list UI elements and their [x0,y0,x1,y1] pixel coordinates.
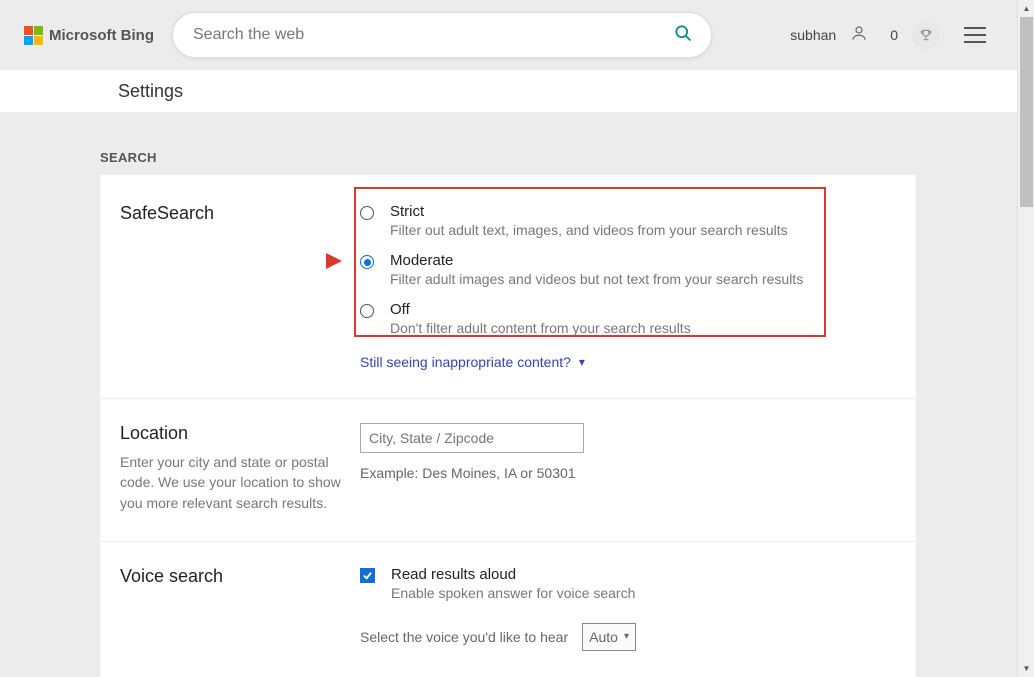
radio-option-moderate[interactable]: Moderate Filter adult images and videos … [360,252,896,287]
logo-text: Microsoft Bing [49,27,154,44]
search-input[interactable] [191,25,673,45]
setting-location: Location Enter your city and state or po… [100,423,916,542]
user-icon[interactable] [850,24,868,47]
settings-panel: SafeSearch Strict Filter out adult text,… [100,175,916,677]
microsoft-logo-icon [24,26,43,45]
section-label-search: SEARCH [0,112,1034,175]
option-label: Strict [390,203,788,220]
user-name[interactable]: subhan [790,27,836,43]
option-desc: Don't filter adult content from your sea… [390,320,691,336]
select-value: Auto [589,629,618,645]
location-desc: Enter your city and state or postal code… [120,452,360,513]
option-desc: Filter out adult text, images, and video… [390,222,788,238]
setting-safesearch: SafeSearch Strict Filter out adult text,… [100,203,916,399]
rewards-trophy-icon[interactable] [912,21,940,49]
settings-title-bar: Settings [0,70,1034,112]
checkbox-label: Read results aloud [391,566,635,583]
voice-select-prompt: Select the voice you'd like to hear [360,629,568,645]
header-bar: Microsoft Bing subhan 0 [0,0,1034,70]
radio-option-strict[interactable]: Strict Filter out adult text, images, an… [360,203,896,238]
chevron-down-icon: ▾ [579,355,585,369]
search-box[interactable] [172,12,712,58]
scrollbar-up-arrow-icon[interactable]: ▲ [1018,0,1034,17]
setting-voice-search: Voice search Read results aloud Enable s… [100,566,916,677]
checkbox-desc: Enable spoken answer for voice search [391,585,635,601]
radio-option-off[interactable]: Off Don't filter adult content from your… [360,301,896,336]
hamburger-menu-icon[interactable] [964,27,986,43]
voice-select[interactable]: Auto ▾ [582,623,636,651]
bing-logo[interactable]: Microsoft Bing [24,26,154,45]
checkbox-icon[interactable] [360,568,375,583]
annotation-arrow-icon [298,247,342,280]
link-text: Still seeing inappropriate content? [360,354,571,370]
rewards-points[interactable]: 0 [890,27,898,43]
safesearch-title: SafeSearch [120,203,360,224]
location-example: Example: Des Moines, IA or 50301 [360,465,896,481]
radio-icon[interactable] [360,206,374,220]
location-input[interactable] [360,423,584,453]
checkbox-read-aloud[interactable]: Read results aloud Enable spoken answer … [360,566,896,601]
option-label: Moderate [390,252,803,269]
scrollbar-down-arrow-icon[interactable]: ▼ [1018,660,1034,677]
radio-icon[interactable] [360,255,374,269]
search-icon[interactable] [673,23,693,48]
vertical-scrollbar[interactable]: ▲ ▼ [1017,0,1034,677]
option-desc: Filter adult images and videos but not t… [390,271,803,287]
scrollbar-thumb[interactable] [1020,17,1033,207]
option-label: Off [390,301,691,318]
voice-title: Voice search [120,566,360,587]
page-title: Settings [118,81,183,102]
chevron-down-icon: ▾ [624,631,629,642]
radio-icon[interactable] [360,304,374,318]
inappropriate-content-link[interactable]: Still seeing inappropriate content? ▾ [360,354,896,370]
location-title: Location [120,423,360,444]
